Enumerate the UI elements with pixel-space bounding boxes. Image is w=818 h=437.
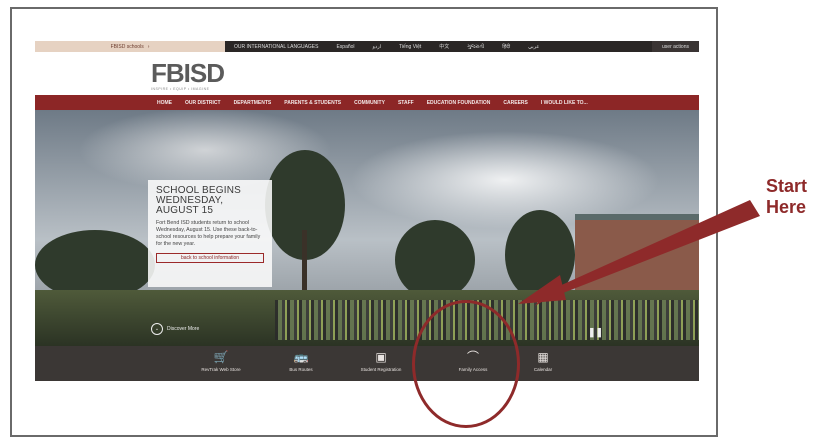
callout-line-1: Start (766, 176, 808, 196)
annotation-arrow (518, 200, 760, 306)
start-here-callout: Start Here (766, 176, 807, 218)
annotation-circle (412, 300, 520, 428)
callout-line-2: Here (766, 197, 807, 217)
